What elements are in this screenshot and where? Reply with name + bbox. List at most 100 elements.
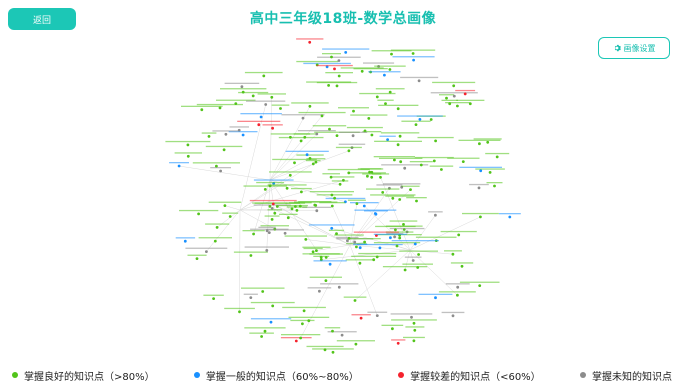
node-dot[interactable] [398, 198, 402, 201]
knowledge-point-node[interactable] [372, 173, 390, 179]
node-dot[interactable] [302, 309, 306, 313]
node-dot[interactable] [337, 74, 341, 78]
node-dot[interactable] [488, 171, 492, 174]
node-dot[interactable] [468, 102, 472, 106]
node-dot[interactable] [319, 255, 323, 259]
knowledge-point-node[interactable] [368, 71, 401, 77]
node-dot[interactable] [358, 246, 362, 250]
knowledge-point-node[interactable] [374, 140, 422, 147]
knowledge-point-node[interactable] [198, 237, 232, 243]
node-dot[interactable] [223, 204, 227, 208]
knowledge-point-node[interactable] [498, 213, 521, 219]
node-dot[interactable] [415, 199, 418, 203]
node-dot[interactable] [257, 123, 261, 127]
node-dot[interactable] [354, 342, 358, 346]
knowledge-point-node[interactable] [379, 135, 396, 142]
node-dot[interactable] [294, 339, 298, 343]
knowledge-point-node[interactable] [175, 237, 196, 243]
knowledge-point-node[interactable] [312, 348, 354, 354]
node-dot[interactable] [463, 92, 467, 96]
knowledge-point-node[interactable] [399, 250, 438, 256]
knowledge-point-node[interactable] [325, 72, 353, 78]
node-dot[interactable] [440, 168, 443, 171]
knowledge-point-node[interactable] [351, 314, 371, 320]
node-dot[interactable] [263, 188, 267, 191]
knowledge-point-node[interactable] [447, 157, 480, 164]
node-dot[interactable] [338, 182, 342, 186]
node-dot[interactable] [393, 235, 396, 239]
knowledge-point-node[interactable] [181, 105, 223, 112]
knowledge-point-node[interactable] [192, 162, 240, 168]
knowledge-point-node[interactable] [486, 182, 503, 188]
node-dot[interactable] [285, 186, 289, 190]
node-dot[interactable] [413, 328, 417, 332]
node-dot[interactable] [456, 285, 460, 289]
node-dot[interactable] [240, 85, 244, 89]
node-dot[interactable] [418, 118, 422, 121]
node-dot[interactable] [333, 196, 336, 200]
node-dot[interactable] [213, 239, 217, 243]
knowledge-point-node[interactable] [469, 183, 489, 190]
knowledge-point-node[interactable] [288, 316, 330, 323]
knowledge-point-node[interactable] [243, 185, 288, 191]
node-dot[interactable] [434, 139, 437, 143]
node-dot[interactable] [355, 202, 359, 206]
node-dot[interactable] [457, 233, 461, 237]
node-dot[interactable] [300, 190, 303, 194]
node-dot[interactable] [396, 107, 400, 111]
knowledge-point-node[interactable] [418, 293, 453, 300]
knowledge-point-node[interactable] [381, 324, 404, 331]
knowledge-point-node[interactable] [269, 171, 312, 177]
node-dot[interactable] [262, 74, 266, 78]
node-dot[interactable] [363, 240, 366, 244]
knowledge-point-node[interactable] [328, 229, 345, 236]
node-dot[interactable] [331, 329, 334, 333]
knowledge-point-node[interactable] [257, 93, 286, 99]
knowledge-point-node[interactable] [428, 211, 443, 217]
node-dot[interactable] [391, 327, 394, 331]
knowledge-point-node[interactable] [391, 339, 406, 345]
node-dot[interactable] [411, 52, 415, 55]
node-dot[interactable] [456, 293, 459, 297]
node-dot[interactable] [315, 249, 318, 253]
node-dot[interactable] [318, 289, 321, 293]
node-dot[interactable] [412, 58, 415, 62]
knowledge-point-node[interactable] [354, 209, 397, 215]
knowledge-point-node[interactable] [302, 246, 331, 253]
node-dot[interactable] [409, 188, 412, 192]
knowledge-point-node[interactable] [250, 228, 289, 235]
node-dot[interactable] [241, 133, 245, 137]
knowledge-point-node[interactable] [312, 125, 347, 131]
node-dot[interactable] [495, 155, 499, 159]
knowledge-point-node[interactable] [439, 94, 454, 100]
knowledge-point-node[interactable] [409, 161, 433, 167]
node-dot[interactable] [299, 139, 303, 143]
node-dot[interactable] [460, 264, 464, 268]
knowledge-point-node[interactable] [401, 120, 431, 126]
node-dot[interactable] [301, 322, 304, 326]
knowledge-point-node[interactable] [389, 220, 418, 226]
knowledge-point-node[interactable] [307, 287, 332, 293]
knowledge-point-node[interactable] [378, 104, 419, 111]
node-dot[interactable] [328, 262, 332, 266]
knowledge-point-node[interactable] [485, 152, 510, 159]
node-dot[interactable] [391, 196, 395, 200]
node-dot[interactable] [486, 140, 490, 144]
node-dot[interactable] [271, 126, 274, 130]
knowledge-point-node[interactable] [335, 146, 362, 153]
knowledge-point-node[interactable] [306, 81, 352, 87]
knowledge-point-node[interactable] [313, 260, 347, 266]
knowledge-point-node[interactable] [375, 88, 405, 94]
node-dot[interactable] [270, 95, 274, 99]
node-dot[interactable] [234, 102, 238, 105]
knowledge-point-node[interactable] [291, 102, 329, 108]
knowledge-point-node[interactable] [244, 246, 289, 252]
node-dot[interactable] [212, 297, 216, 300]
node-dot[interactable] [370, 175, 374, 179]
knowledge-point-node[interactable] [322, 173, 340, 179]
node-dot[interactable] [323, 348, 327, 352]
node-dot[interactable] [362, 204, 366, 208]
node-dot[interactable] [402, 223, 405, 226]
node-dot[interactable] [351, 134, 355, 138]
node-dot[interactable] [219, 169, 223, 173]
